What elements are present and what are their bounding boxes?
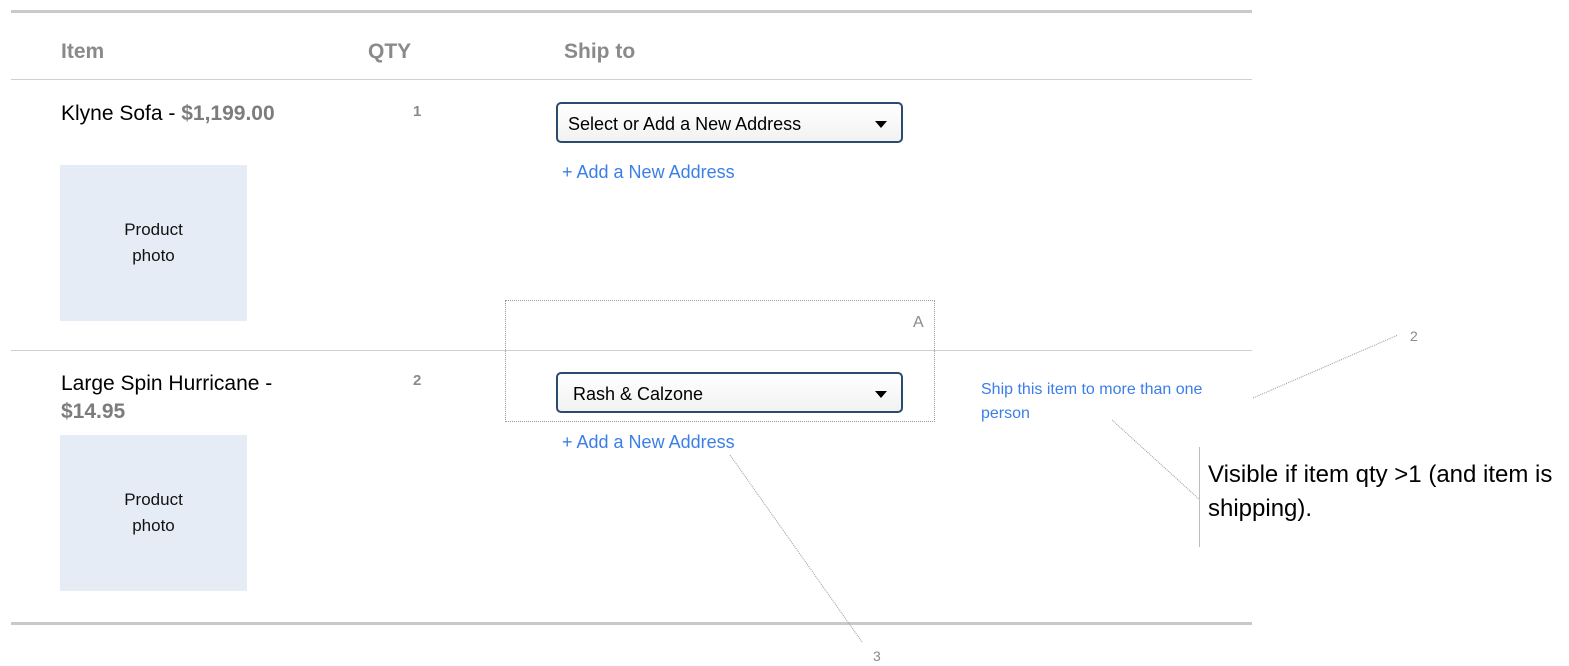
annotation-leader-lines (729, 334, 1399, 643)
leader-line-3 (729, 454, 863, 643)
note-bar (1199, 447, 1200, 547)
leader-line-2 (1252, 334, 1399, 399)
leader-line-note (1111, 419, 1201, 501)
annotation-marker-3: 3 (873, 648, 881, 664)
annotation-note: Visible if item qty >1 (and item is ship… (1208, 461, 1553, 522)
annotation-marker-2: 2 (1410, 328, 1418, 344)
